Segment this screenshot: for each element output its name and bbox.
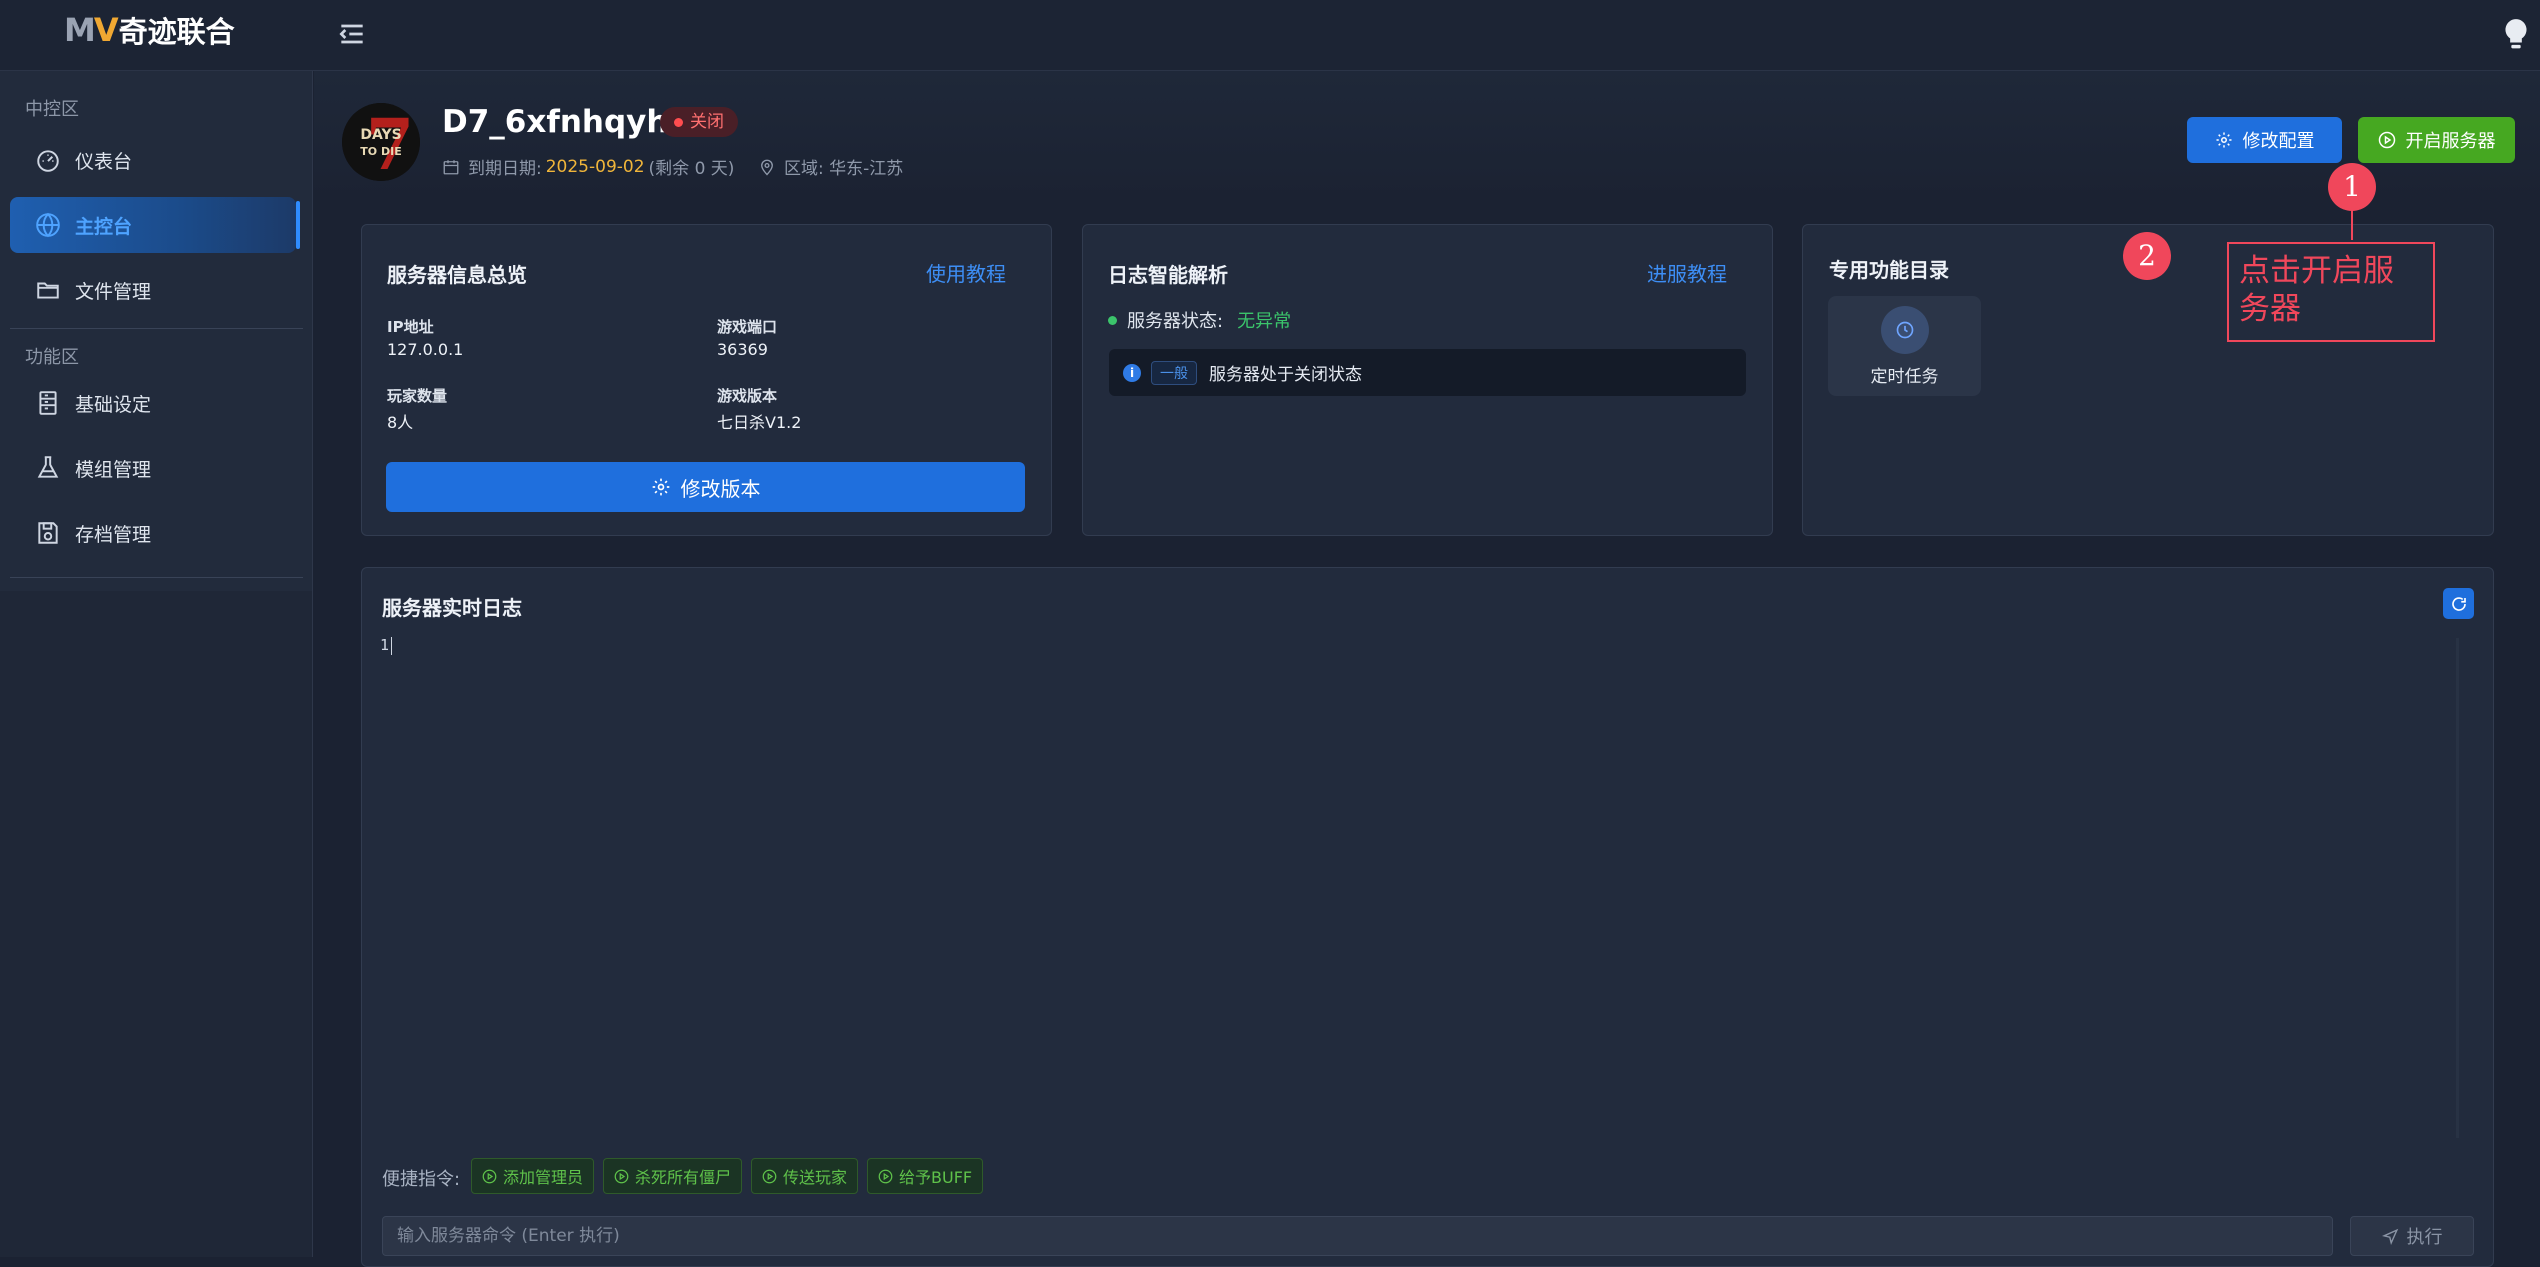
gear-icon: [2216, 132, 2231, 148]
log-analysis-title: 日志智能解析: [1108, 263, 1228, 287]
scheduled-task-label: 定时任务: [1870, 367, 1939, 387]
execute-button[interactable]: 执行: [2350, 1216, 2474, 1256]
command-input[interactable]: [382, 1216, 2333, 1256]
play-circle-icon: [762, 1169, 777, 1183]
sidebar-divider: [10, 577, 303, 578]
usage-tutorial-link[interactable]: 使用教程: [926, 258, 1006, 287]
clock-icon: [1881, 306, 1929, 354]
brand-mark: MV: [64, 11, 119, 49]
play-circle-icon: [878, 1169, 893, 1183]
top-bar: MV 奇迹联合: [0, 0, 2540, 71]
log-item-text: 服务器处于关闭状态: [1209, 365, 1362, 385]
feature-directory-title: 专用功能目录: [1829, 258, 1949, 282]
sidebar-divider: [10, 328, 303, 329]
annotation-step-1: 1: [2328, 163, 2376, 211]
status-badge: 关闭: [660, 107, 738, 137]
annotation-callout: 点击开启服务器: [2227, 242, 2435, 342]
sidebar-item-console[interactable]: 主控台: [10, 197, 300, 253]
port-value: 36369: [717, 340, 768, 359]
start-server-button[interactable]: 开启服务器: [2358, 117, 2515, 163]
lightbulb-icon[interactable]: [2502, 18, 2530, 52]
gear-icon: [652, 478, 669, 496]
sidebar-item-label: 存档管理: [75, 523, 152, 546]
edit-config-button[interactable]: 修改配置: [2187, 117, 2342, 163]
game-avatar: 7 DAYS TO DIE: [342, 103, 420, 181]
expire-date: 到期日期: 2025-09-02 (剩余 0 天): [442, 154, 734, 179]
send-icon: [2381, 1228, 2398, 1245]
port-label: 游戏端口: [717, 318, 778, 336]
sidebar-item-label: 仪表台: [75, 150, 133, 173]
refresh-button[interactable]: [2443, 588, 2474, 619]
sidebar-item-label: 模组管理: [75, 458, 152, 481]
version-label: 游戏版本: [717, 387, 778, 405]
log-scrollbar[interactable]: [2456, 638, 2459, 1138]
chip-add-admin[interactable]: 添加管理员: [471, 1158, 595, 1194]
server-name: D7_6xfnhqyh9: [442, 104, 691, 140]
svg-text:DAYS: DAYS: [360, 127, 401, 143]
annotation-connector: [2351, 210, 2353, 240]
expire-label: 到期日期:: [468, 159, 542, 179]
chip-give-buff[interactable]: 给予BUFF: [867, 1158, 984, 1194]
sidebar-empty-area: [0, 591, 313, 1257]
players-label: 玩家数量: [387, 387, 448, 405]
menu-collapse-icon[interactable]: [336, 18, 368, 50]
log-analysis-item: i 一般 服务器处于关闭状态: [1109, 349, 1746, 396]
sidebar-section-function: 功能区: [25, 347, 79, 368]
globe-icon: [36, 212, 60, 238]
sidebar-section-control: 中控区: [25, 99, 79, 120]
expire-date-value: 2025-09-02: [545, 156, 645, 177]
version-value: 七日杀V1.2: [717, 413, 802, 432]
sidebar-item-mods[interactable]: 模组管理: [10, 440, 296, 496]
folder-icon: [37, 282, 59, 299]
server-region: 区域: 华东-江苏: [758, 154, 903, 179]
play-circle-icon: [482, 1169, 497, 1183]
save-icon: [38, 522, 58, 544]
brand-name: 奇迹联合: [118, 15, 235, 49]
sidebar-item-label: 主控台: [75, 215, 133, 238]
players-value: 8人: [387, 413, 414, 432]
status-dot: [1108, 315, 1117, 325]
svg-text:TO DIE: TO DIE: [360, 145, 401, 158]
refresh-icon: [2451, 596, 2466, 611]
quick-commands-label: 便捷指令:: [382, 1169, 461, 1190]
server-info-title: 服务器信息总览: [387, 263, 527, 287]
region-text: 区域: 华东-江苏: [784, 159, 904, 179]
ip-value: 127.0.0.1: [387, 340, 464, 359]
chip-teleport-player[interactable]: 传送玩家: [751, 1158, 859, 1194]
realtime-log-title: 服务器实时日志: [382, 596, 522, 620]
expire-remaining: (剩余 0 天): [648, 159, 735, 179]
sidebar-item-basic-settings[interactable]: 基础设定: [10, 375, 296, 431]
play-circle-icon: [614, 1169, 629, 1183]
chip-kill-zombies[interactable]: 杀死所有僵尸: [603, 1158, 743, 1194]
sidebar: 中控区 仪表台 主控台 文件管理 功能区 基础设定 模组管理 存档管理: [0, 71, 313, 591]
sidebar-item-label: 文件管理: [75, 280, 152, 303]
join-tutorial-link[interactable]: 进服教程: [1647, 258, 1727, 287]
brand-logo[interactable]: MV 奇迹联合: [64, 10, 235, 50]
sidebar-item-files[interactable]: 文件管理: [10, 262, 296, 318]
sidebar-item-saves[interactable]: 存档管理: [10, 505, 296, 561]
sidebar-item-label: 基础设定: [75, 393, 152, 416]
dashboard-icon: [37, 150, 59, 172]
edit-version-button[interactable]: 修改版本: [386, 462, 1025, 512]
server-status-line: 服务器状态: 无异常: [1108, 307, 1291, 333]
location-pin-icon: [761, 159, 773, 175]
play-circle-icon: [2378, 131, 2395, 149]
status-value: 无异常: [1237, 311, 1292, 332]
flask-icon: [37, 456, 59, 478]
scheduled-task-tile[interactable]: 定时任务: [1828, 296, 1981, 396]
status-label: 服务器状态:: [1127, 311, 1224, 332]
calendar-icon: [443, 159, 459, 174]
log-output[interactable]: 1: [380, 636, 2450, 1136]
sidebar-item-dashboard[interactable]: 仪表台: [10, 132, 296, 188]
server-icon: [39, 391, 57, 415]
severity-tag: 一般: [1151, 360, 1197, 385]
info-icon: i: [1123, 363, 1141, 382]
ip-label: IP地址: [387, 318, 434, 336]
annotation-step-2: 2: [2123, 232, 2171, 280]
